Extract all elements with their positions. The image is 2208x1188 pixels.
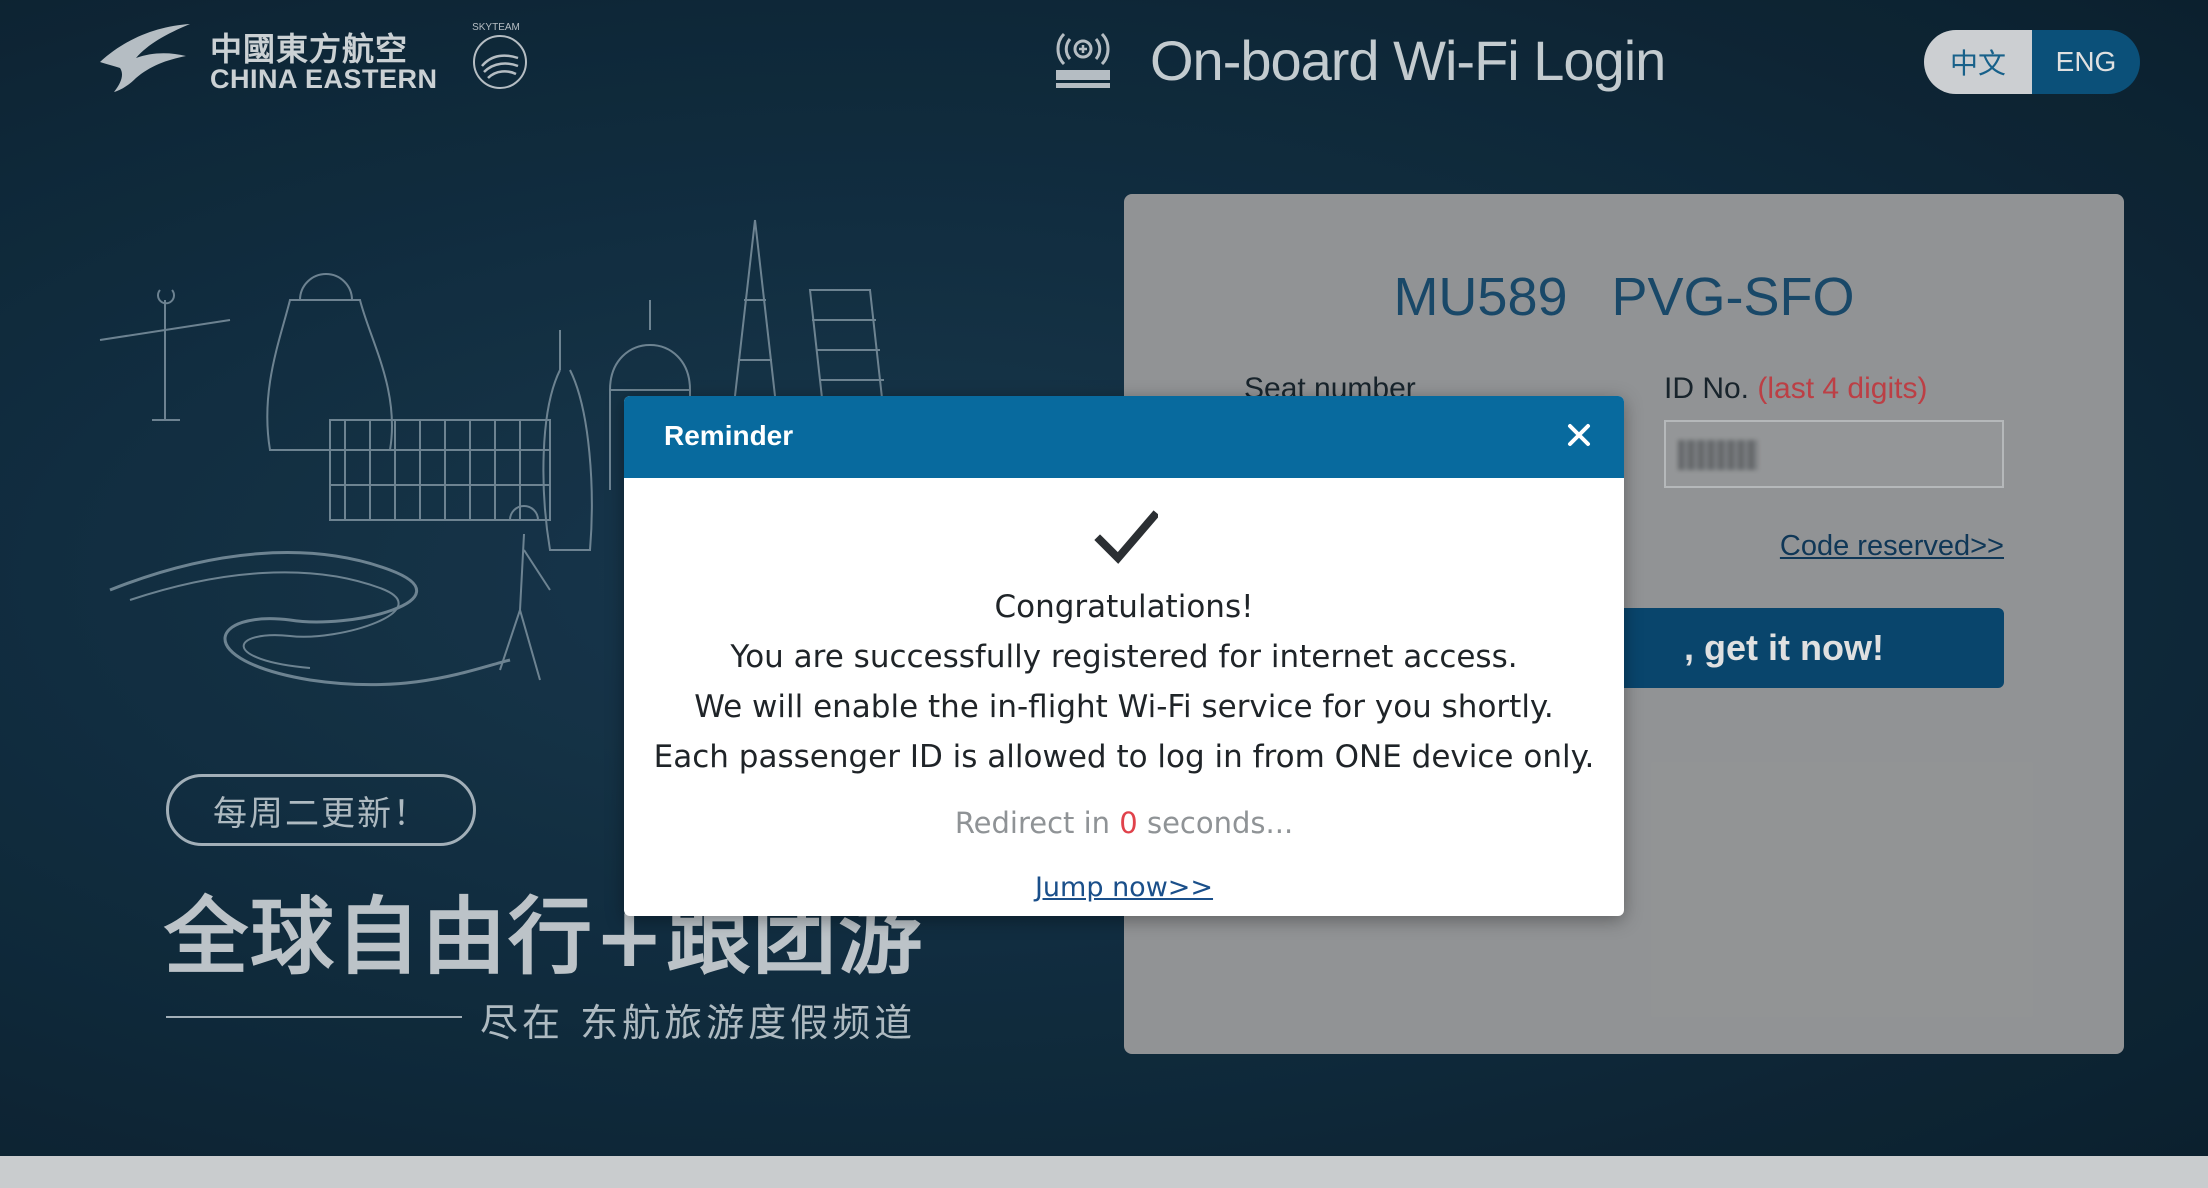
close-icon[interactable] <box>1556 412 1602 458</box>
reminder-dialog: Reminder Congratulations! You are succes… <box>624 396 1624 916</box>
language-english-button[interactable]: ENG <box>2032 30 2140 94</box>
promo-divider <box>166 1016 462 1018</box>
logo-english-name: CHINA EASTERN <box>210 64 438 94</box>
china-eastern-logo[interactable]: 中國東方航空 CHINA EASTERN SKYTEAM <box>96 18 536 98</box>
dialog-header: Reminder <box>624 396 1624 478</box>
language-chinese-button[interactable]: 中文 <box>1924 30 2032 94</box>
redirect-count: 0 <box>1119 806 1138 840</box>
promo-subtitle: 尽在 东航旅游度假频道 <box>480 1001 917 1045</box>
id-label-hint: (last 4 digits) <box>1757 372 1928 405</box>
footer-strip <box>0 1156 2208 1188</box>
id-label-text: ID No. <box>1664 372 1750 405</box>
redirect-prefix: Redirect in <box>954 806 1111 840</box>
flight-info: MU589 PVG-SFO <box>1124 266 2124 328</box>
message-line-2: You are successfully registered for inte… <box>730 639 1518 675</box>
message-line-3: We will enable the in-flight Wi-Fi servi… <box>694 689 1554 725</box>
id-number-input[interactable] <box>1664 420 2004 488</box>
flight-number: MU589 <box>1393 267 1568 327</box>
checkmark-icon <box>1094 510 1158 564</box>
header: 中國東方航空 CHINA EASTERN SKYTEAM On-board Wi… <box>0 0 2208 112</box>
redacted-value <box>1678 440 1758 470</box>
page-background: 中國東方航空 CHINA EASTERN SKYTEAM On-board Wi… <box>0 0 2208 1156</box>
dialog-title: Reminder <box>664 420 794 451</box>
message-line-4: Each passenger ID is allowed to log in f… <box>653 739 1595 775</box>
promo-badge: 每周二更新！ <box>166 774 476 846</box>
dialog-message: Congratulations! You are successfully re… <box>624 582 1624 782</box>
get-it-now-label: , get it now! <box>1684 627 1884 668</box>
redirect-countdown: Redirect in 0 seconds... <box>624 806 1624 840</box>
message-line-1: Congratulations! <box>994 589 1254 625</box>
skyteam-logo-icon: SKYTEAM <box>472 22 527 89</box>
id-number-label: ID No. (last 4 digits) <box>1664 372 1927 406</box>
redirect-suffix: seconds... <box>1146 806 1294 840</box>
skyteam-text: SKYTEAM <box>472 22 520 33</box>
page-title: On-board Wi-Fi Login <box>1150 29 1666 92</box>
wifi-onboard-icon <box>1056 32 1110 88</box>
swallow-logo-icon <box>100 24 190 92</box>
jump-now-link[interactable]: Jump now>> <box>624 872 1624 903</box>
language-switch: 中文 ENG <box>1924 30 2140 94</box>
flight-route: PVG-SFO <box>1611 267 1855 327</box>
code-reserved-link[interactable]: Code reserved>> <box>1774 530 2004 563</box>
